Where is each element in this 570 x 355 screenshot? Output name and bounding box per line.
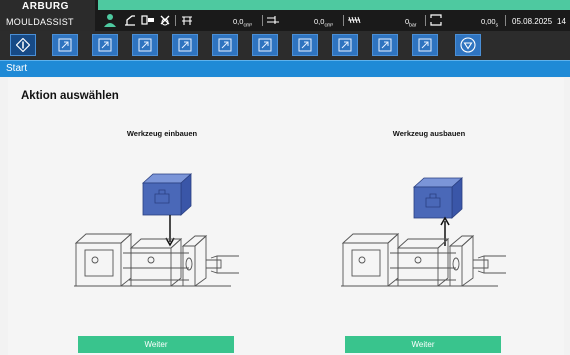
app-name: MOULDASSIST xyxy=(6,17,74,27)
toolbar-button-5[interactable] xyxy=(212,34,238,56)
machine-frame xyxy=(74,232,239,287)
export-icon xyxy=(58,38,72,52)
robot-arm-icon xyxy=(125,15,135,26)
machine-frame xyxy=(341,232,506,287)
breadcrumb-label: Start xyxy=(6,63,28,74)
main-panel: Aktion auswählen Werkzeug einbauen Weite… xyxy=(8,78,564,355)
start-diamond-icon xyxy=(16,38,30,52)
export-icon xyxy=(378,38,392,52)
toolbar-button-8[interactable] xyxy=(332,34,358,56)
toolbar-button-4[interactable] xyxy=(172,34,198,56)
export-icon xyxy=(218,38,232,52)
install-mould-illustration xyxy=(74,173,239,287)
date: 05.08.2025 xyxy=(512,17,553,26)
start-button[interactable] xyxy=(10,34,36,56)
toolbar-button-10[interactable] xyxy=(412,34,438,56)
export-icon xyxy=(338,38,352,52)
breadcrumb: Start xyxy=(0,60,570,77)
cycle-time: 0,00s xyxy=(481,17,499,29)
menu-down-button[interactable] xyxy=(455,34,481,56)
weiter-install-button[interactable]: Weiter xyxy=(78,336,234,353)
export-icon xyxy=(298,38,312,52)
status-indicator-bar xyxy=(98,0,570,10)
toolbar-button-7[interactable] xyxy=(292,34,318,56)
export-icon xyxy=(418,38,432,52)
injection-unit-icon xyxy=(267,16,279,24)
pressure-value: 0bar xyxy=(405,17,417,29)
arburg-logo: ARBURG xyxy=(22,1,69,12)
mould-cube xyxy=(141,173,193,216)
arrow-down-icon xyxy=(165,215,175,247)
divider xyxy=(262,15,263,26)
page-title: Aktion auswählen xyxy=(21,90,119,102)
divider xyxy=(175,15,176,26)
toolbar-button-3[interactable] xyxy=(132,34,158,56)
option-install-title: Werkzeug einbauen xyxy=(126,129,198,138)
toolbar xyxy=(0,31,570,60)
option-remove-title: Werkzeug ausbauen xyxy=(392,129,466,138)
operator-icon xyxy=(104,14,116,27)
divider xyxy=(425,15,426,26)
tool-icon xyxy=(182,16,192,25)
status-bar: ARBURG MOULDASSIST 0,0cm³ 0,0cm³ 0bar 0,… xyxy=(0,0,570,31)
cycle-icon xyxy=(430,14,442,26)
divider xyxy=(343,15,344,26)
dosing-volume: 0,0cm³ xyxy=(314,17,333,29)
time: 14 xyxy=(557,17,566,26)
brand-block: ARBURG MOULDASSIST xyxy=(0,0,95,31)
injection-volume: 0,0cm³ xyxy=(233,17,252,29)
triangle-down-icon xyxy=(460,37,476,53)
toolbar-button-2[interactable] xyxy=(92,34,118,56)
door-icon xyxy=(141,15,154,25)
export-icon xyxy=(98,38,112,52)
toolbar-button-9[interactable] xyxy=(372,34,398,56)
mould-cube xyxy=(412,177,464,219)
divider xyxy=(505,15,506,26)
toolbar-button-1[interactable] xyxy=(52,34,78,56)
screw-icon xyxy=(348,16,361,24)
export-icon xyxy=(258,38,272,52)
toolbar-button-6[interactable] xyxy=(252,34,278,56)
export-icon xyxy=(178,38,192,52)
export-icon xyxy=(138,38,152,52)
no-alarm-icon xyxy=(160,15,170,26)
remove-mould-illustration xyxy=(341,177,506,287)
weiter-remove-button[interactable]: Weiter xyxy=(345,336,501,353)
